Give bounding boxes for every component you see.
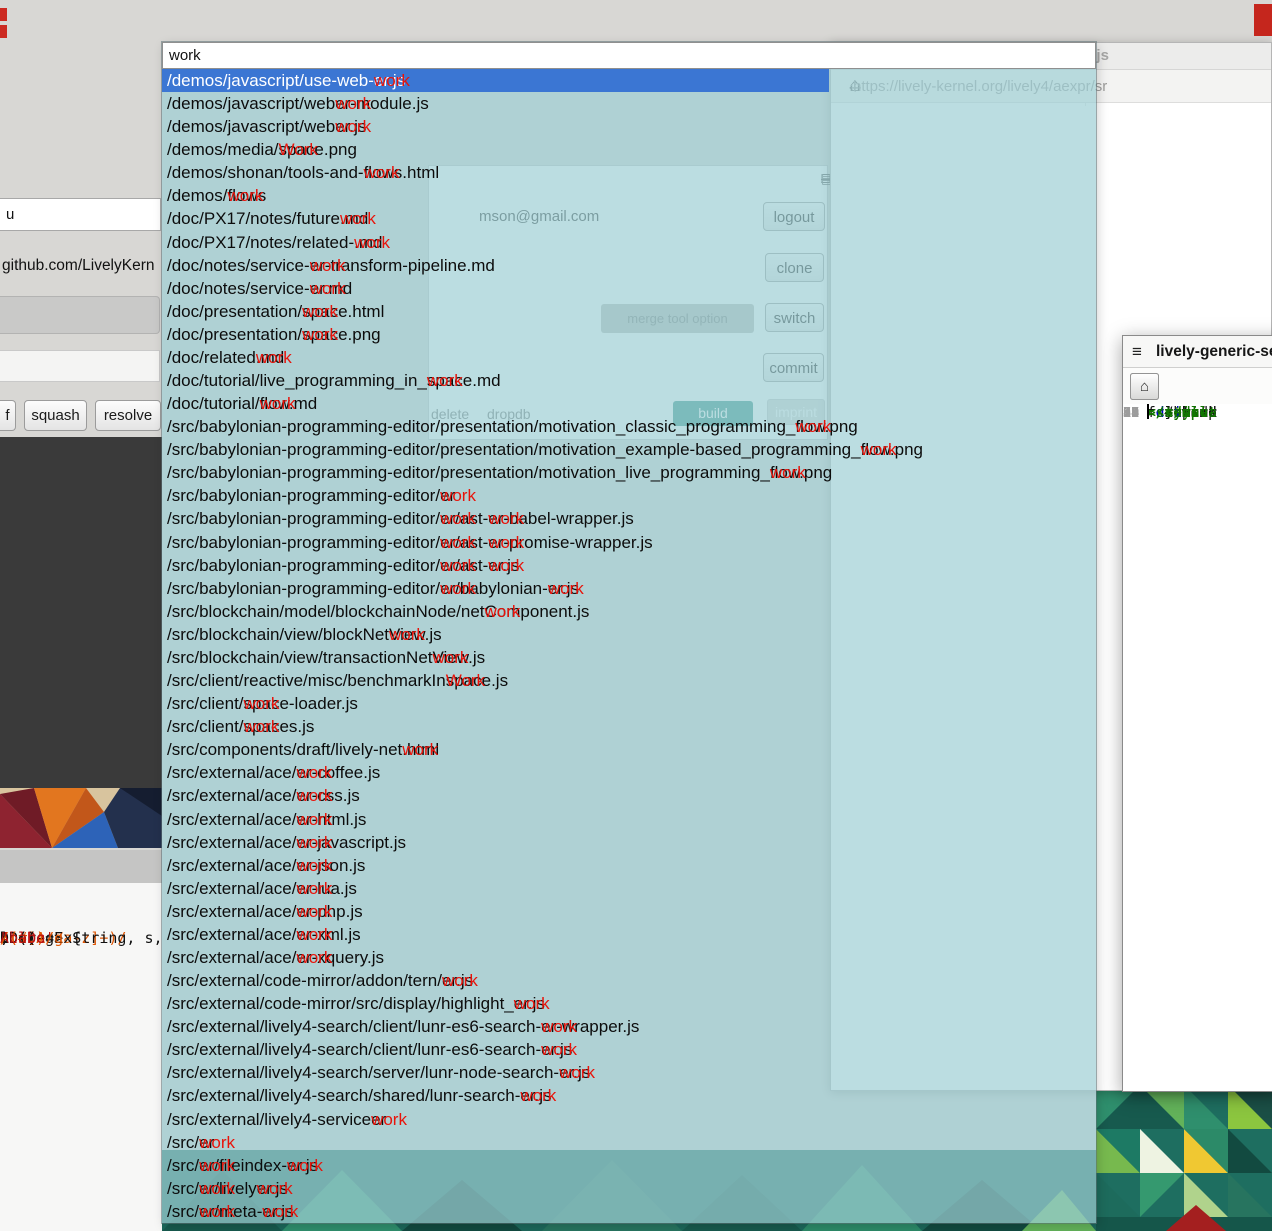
search-result[interactable]: /src/external/lively4-search/client/lunr… — [162, 1015, 1096, 1038]
search-result[interactable]: /src/external/ace/worker-php.js — [162, 900, 1096, 923]
search-result[interactable]: /src/blockchain/view/blockNetworkView.js — [162, 623, 1096, 646]
repo-link[interactable]: github.com/LivelyKern — [2, 257, 163, 277]
search-result[interactable]: /doc/presentation/workspace.html — [162, 300, 1096, 323]
red-marker — [1254, 4, 1272, 36]
search-result[interactable]: /src/external/ace/worker-html.js — [162, 808, 1096, 831]
search-result[interactable]: /src/worker — [162, 1131, 1096, 1154]
search-result[interactable]: /src/client/workspace-loader.js — [162, 692, 1096, 715]
search-result[interactable]: /src/external/lively4-search/client/lunr… — [162, 1038, 1096, 1061]
ff-button[interactable]: f — [0, 400, 16, 431]
search-result[interactable]: /src/blockchain/model/blockchainNode/net… — [162, 600, 1096, 623]
search-result[interactable]: /demos/media/Workspace.png — [162, 138, 1096, 161]
search-result[interactable]: /src/external/lively4-search/shared/lunr… — [162, 1084, 1096, 1107]
search-result[interactable]: /src/external/ace/worker-json.js — [162, 854, 1096, 877]
search-input[interactable] — [162, 42, 1096, 69]
file-search-overlay: /demos/javascript/use-web-worker.js/demo… — [162, 42, 1096, 1223]
search-result[interactable]: /demos/javascript/webworker-module.js — [162, 92, 1096, 115]
search-result[interactable]: /src/worker/meta-worker.js — [162, 1200, 1096, 1223]
left-url-input[interactable]: u — [0, 198, 161, 231]
red-marker — [0, 8, 7, 21]
search-result[interactable]: /doc/notes/service-worker-transform-pipe… — [162, 254, 1096, 277]
search-result[interactable]: /src/client/reactive/misc/benchmarkInWor… — [162, 669, 1096, 692]
left-gray-field[interactable] — [0, 296, 160, 334]
desktop: u github.com/LivelyKern f squash resolve… — [0, 0, 1272, 1231]
search-result[interactable]: /src/babylonian-programming-editor/prese… — [162, 415, 1096, 438]
left-white-field[interactable] — [0, 350, 160, 382]
search-result[interactable]: /src/external/code-mirror/src/display/hi… — [162, 992, 1096, 1015]
search-result[interactable]: /src/babylonian-programming-editor/worke… — [162, 484, 1096, 507]
editor-nav-toolbar: ← → ↑ ⌂ — [1123, 368, 1272, 404]
search-result[interactable]: /src/external/ace/worker-xquery.js — [162, 946, 1096, 969]
search-result[interactable]: /src/external/lively4-search/server/lunr… — [162, 1061, 1096, 1084]
search-result[interactable]: /src/blockchain/view/transactionNetworkV… — [162, 646, 1096, 669]
editor-window: ≡ lively-generic-search.js ← → ↑ ⌂ 12345… — [1122, 335, 1272, 1092]
window-titlebar[interactable]: ≡ lively-generic-search.js — [1123, 336, 1272, 368]
home-button[interactable]: ⌂ — [1130, 373, 1159, 400]
collapsed-panel — [0, 850, 162, 883]
search-result[interactable]: /src/external/ace/worker-javascript.js — [162, 831, 1096, 854]
code-editor[interactable]: 1234567891011121314151617181920212223242… — [1123, 404, 1272, 1091]
dark-panel — [0, 437, 162, 788]
red-marker — [0, 25, 7, 38]
search-result[interactable]: /doc/relatedwork.md — [162, 346, 1096, 369]
line-number: 36 — [1123, 404, 1147, 423]
search-result[interactable]: /src/external/ace/worker-css.js — [162, 784, 1096, 807]
search-result[interactable]: /doc/presentation/workspace.png — [162, 323, 1096, 346]
resolve-button[interactable]: resolve — [95, 400, 161, 431]
search-result[interactable]: /src/worker/fileindex-worker.js — [162, 1154, 1096, 1177]
search-result[interactable]: /doc/notes/service-worker.md — [162, 277, 1096, 300]
search-result[interactable]: /src/worker/livelyworker.js — [162, 1177, 1096, 1200]
search-result[interactable]: /src/babylonian-programming-editor/worke… — [162, 531, 1096, 554]
search-result[interactable]: /doc/PX17/notes/related-work.md — [162, 231, 1096, 254]
search-result[interactable]: /src/external/ace/worker-xml.js — [162, 923, 1096, 946]
wallpaper-strip — [0, 788, 162, 848]
search-result[interactable]: /doc/PX17/notes/futurework.md — [162, 207, 1096, 230]
search-result[interactable]: /src/babylonian-programming-editor/prese… — [162, 438, 1096, 461]
search-result[interactable]: /src/external/code-mirror/addon/tern/wor… — [162, 969, 1096, 992]
wallpaper — [1096, 1085, 1272, 1231]
left-code-fragment: lDo(/(#[A-Za-z]+)/Do(regExString, s,AllD… — [0, 925, 162, 1055]
search-result[interactable]: /src/babylonian-programming-editor/prese… — [162, 461, 1096, 484]
search-result[interactable]: /src/client/workspaces.js — [162, 715, 1096, 738]
menu-icon[interactable]: ≡ — [1132, 336, 1142, 367]
search-result[interactable]: /doc/tutorial/workflow.md — [162, 392, 1096, 415]
window-title: lively-generic-search.js — [1156, 336, 1272, 367]
search-result[interactable]: /src/babylonian-programming-editor/worke… — [162, 507, 1096, 530]
search-result[interactable]: /src/external/lively4-serviceworker — [162, 1108, 1096, 1131]
search-result[interactable]: /src/external/ace/worker-coffee.js — [162, 761, 1096, 784]
search-result[interactable]: /demos/shonan/tools-and-workflows.html — [162, 161, 1096, 184]
search-result[interactable]: /src/components/draft/lively-network.htm… — [162, 738, 1096, 761]
text-cursor — [1147, 404, 1149, 419]
squash-button[interactable]: squash — [24, 400, 87, 431]
search-result[interactable]: /src/babylonian-programming-editor/worke… — [162, 577, 1096, 600]
wallpaper-triangles — [1096, 1085, 1272, 1231]
wallpaper-triangles — [0, 788, 162, 848]
search-result[interactable]: /demos/javascript/webworker.js — [162, 115, 1096, 138]
search-result[interactable]: /demos/javascript/use-web-worker.js — [162, 69, 829, 92]
search-results: /demos/javascript/use-web-worker.js/demo… — [162, 69, 1096, 1223]
search-result[interactable]: /src/external/ace/worker-lua.js — [162, 877, 1096, 900]
search-result[interactable]: /doc/tutorial/live_programming_in_worksp… — [162, 369, 1096, 392]
search-result[interactable]: /demos/workflows — [162, 184, 1096, 207]
search-result[interactable]: /src/babylonian-programming-editor/worke… — [162, 554, 1096, 577]
